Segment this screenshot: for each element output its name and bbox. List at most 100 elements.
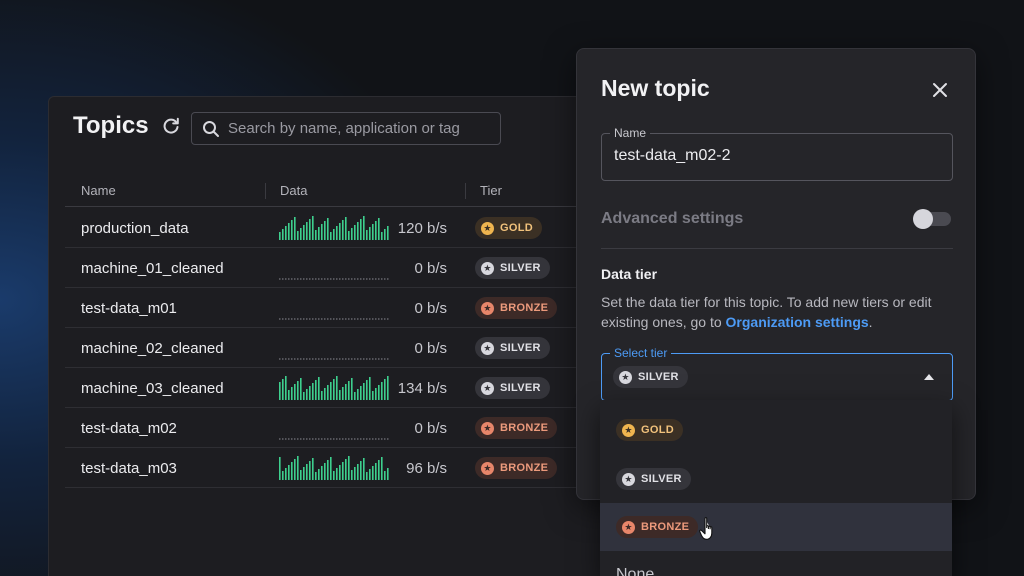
topics-panel: Topics Name Data Tier production_data 120…	[48, 96, 609, 576]
sparkline-bar	[288, 223, 290, 240]
advanced-settings-label: Advanced settings	[601, 210, 744, 227]
sparkline-bar	[291, 220, 293, 240]
sparkline-bar	[354, 225, 356, 240]
star-icon: ★	[622, 423, 635, 437]
column-header-name[interactable]: Name	[81, 183, 116, 198]
organization-settings-link[interactable]: Organization settings	[726, 314, 869, 330]
sparkline-bar	[324, 463, 326, 480]
tier-option-none[interactable]: None	[616, 566, 654, 576]
sparkline-bar	[282, 379, 284, 400]
table-row[interactable]: test-data_m02 0 b/s ★ BRONZE	[65, 408, 609, 448]
sparkline-bar	[279, 382, 281, 400]
topics-header: Topics	[73, 112, 181, 140]
star-icon: ★	[619, 370, 632, 384]
data-sparkline	[279, 318, 389, 320]
sparkline-bar	[294, 217, 296, 240]
table-row[interactable]: test-data_m01 0 b/s ★ BRONZE	[65, 288, 609, 328]
sparkline-bar	[318, 377, 320, 400]
divider	[601, 248, 953, 249]
refresh-icon[interactable]	[161, 116, 181, 136]
sparkline-bar	[363, 458, 365, 480]
star-icon: ★	[481, 461, 494, 475]
tier-badge: ★ GOLD	[475, 217, 542, 239]
sparkline-bar	[333, 229, 335, 240]
sparkline-bar	[336, 226, 338, 240]
name-field[interactable]: Name	[601, 126, 953, 181]
table-row[interactable]: test-data_m03 96 b/s ★ BRONZE	[65, 448, 609, 488]
sparkline-bar	[321, 466, 323, 480]
sparkline-bar	[312, 216, 314, 240]
sparkline-bar	[312, 383, 314, 400]
sparkline-bar	[384, 229, 386, 240]
sparkline-bar	[279, 232, 281, 240]
search-box[interactable]	[191, 112, 501, 145]
sparkline-bar	[348, 231, 350, 240]
close-icon[interactable]	[929, 79, 951, 101]
sparkline-bar	[330, 457, 332, 480]
sparkline-bar	[309, 386, 311, 400]
sparkline-bar	[306, 222, 308, 240]
data-tier-title: Data tier	[601, 266, 658, 282]
advanced-settings-toggle[interactable]	[913, 209, 951, 229]
column-divider	[465, 183, 466, 199]
sparkline-bar	[378, 460, 380, 480]
sparkline-bar	[375, 388, 377, 400]
sparkline-bar	[342, 387, 344, 400]
tier-label: SILVER	[500, 342, 541, 354]
sparkline-bar	[297, 456, 299, 480]
data-tier-description-period: .	[868, 314, 873, 330]
tier-select[interactable]: Select tier ★ SILVER	[601, 346, 953, 401]
tier-option-bronze[interactable]: ★ BRONZE	[600, 503, 952, 551]
sparkline-bar	[288, 390, 290, 400]
tier-badge: ★ BRONZE	[475, 457, 558, 479]
sparkline-bar	[285, 376, 287, 400]
sparkline-bar	[315, 230, 317, 240]
tier-badge: ★ BRONZE	[475, 297, 558, 319]
name-input[interactable]	[614, 147, 934, 165]
table-row[interactable]: machine_01_cleaned 0 b/s ★ SILVER	[65, 248, 609, 288]
tier-badge: ★ BRONZE	[616, 516, 699, 538]
sparkline-bar	[381, 457, 383, 480]
sparkline-bar	[303, 225, 305, 240]
sparkline-bar	[357, 464, 359, 480]
tier-option-gold[interactable]: ★ GOLD	[600, 400, 952, 448]
sparkline-bar	[297, 381, 299, 400]
sparkline-bar	[294, 459, 296, 480]
data-rate: 120 b/s	[397, 220, 447, 237]
tier-option-silver[interactable]: ★ SILVER	[600, 455, 952, 503]
sparkline-bar	[288, 465, 290, 480]
tier-label: BRONZE	[500, 462, 549, 474]
sparkline-bar	[309, 461, 311, 480]
sparkline-bar	[315, 472, 317, 480]
sparkline-bar	[279, 457, 281, 480]
data-tier-description: Set the data tier for this topic. To add…	[601, 292, 951, 332]
tier-dropdown-menu: ★ GOLD ★ SILVER ★ BRONZE None	[600, 400, 952, 576]
table-row[interactable]: production_data 120 b/s ★ GOLD	[65, 208, 609, 248]
data-sparkline	[279, 456, 389, 480]
column-header-tier[interactable]: Tier	[480, 183, 502, 198]
sparkline-bar	[348, 381, 350, 400]
sparkline-bar	[330, 382, 332, 400]
sparkline-bar	[327, 218, 329, 240]
table-row[interactable]: machine_02_cleaned 0 b/s ★ SILVER	[65, 328, 609, 368]
topic-name: machine_01_cleaned	[81, 260, 224, 277]
data-rate: 96 b/s	[406, 460, 447, 477]
sparkline-bar	[342, 220, 344, 240]
sparkline-bar	[369, 227, 371, 240]
column-header-data[interactable]: Data	[280, 183, 307, 198]
star-icon: ★	[622, 520, 635, 534]
sparkline-bar	[321, 224, 323, 240]
sparkline-bar	[291, 462, 293, 480]
table-header: Name Data Tier	[65, 175, 609, 207]
sparkline-bar	[285, 468, 287, 480]
tier-badge: ★ SILVER	[616, 468, 691, 490]
table-row[interactable]: machine_03_cleaned 134 b/s ★ SILVER	[65, 368, 609, 408]
tier-label: SILVER	[500, 262, 541, 274]
search-input[interactable]	[228, 120, 488, 137]
tier-badge: ★ BRONZE	[475, 417, 558, 439]
sparkline-bar	[372, 224, 374, 240]
sparkline-bar	[339, 390, 341, 400]
tier-badge: ★ GOLD	[616, 419, 683, 441]
chevron-up-icon[interactable]	[924, 374, 934, 380]
star-icon: ★	[481, 221, 494, 235]
